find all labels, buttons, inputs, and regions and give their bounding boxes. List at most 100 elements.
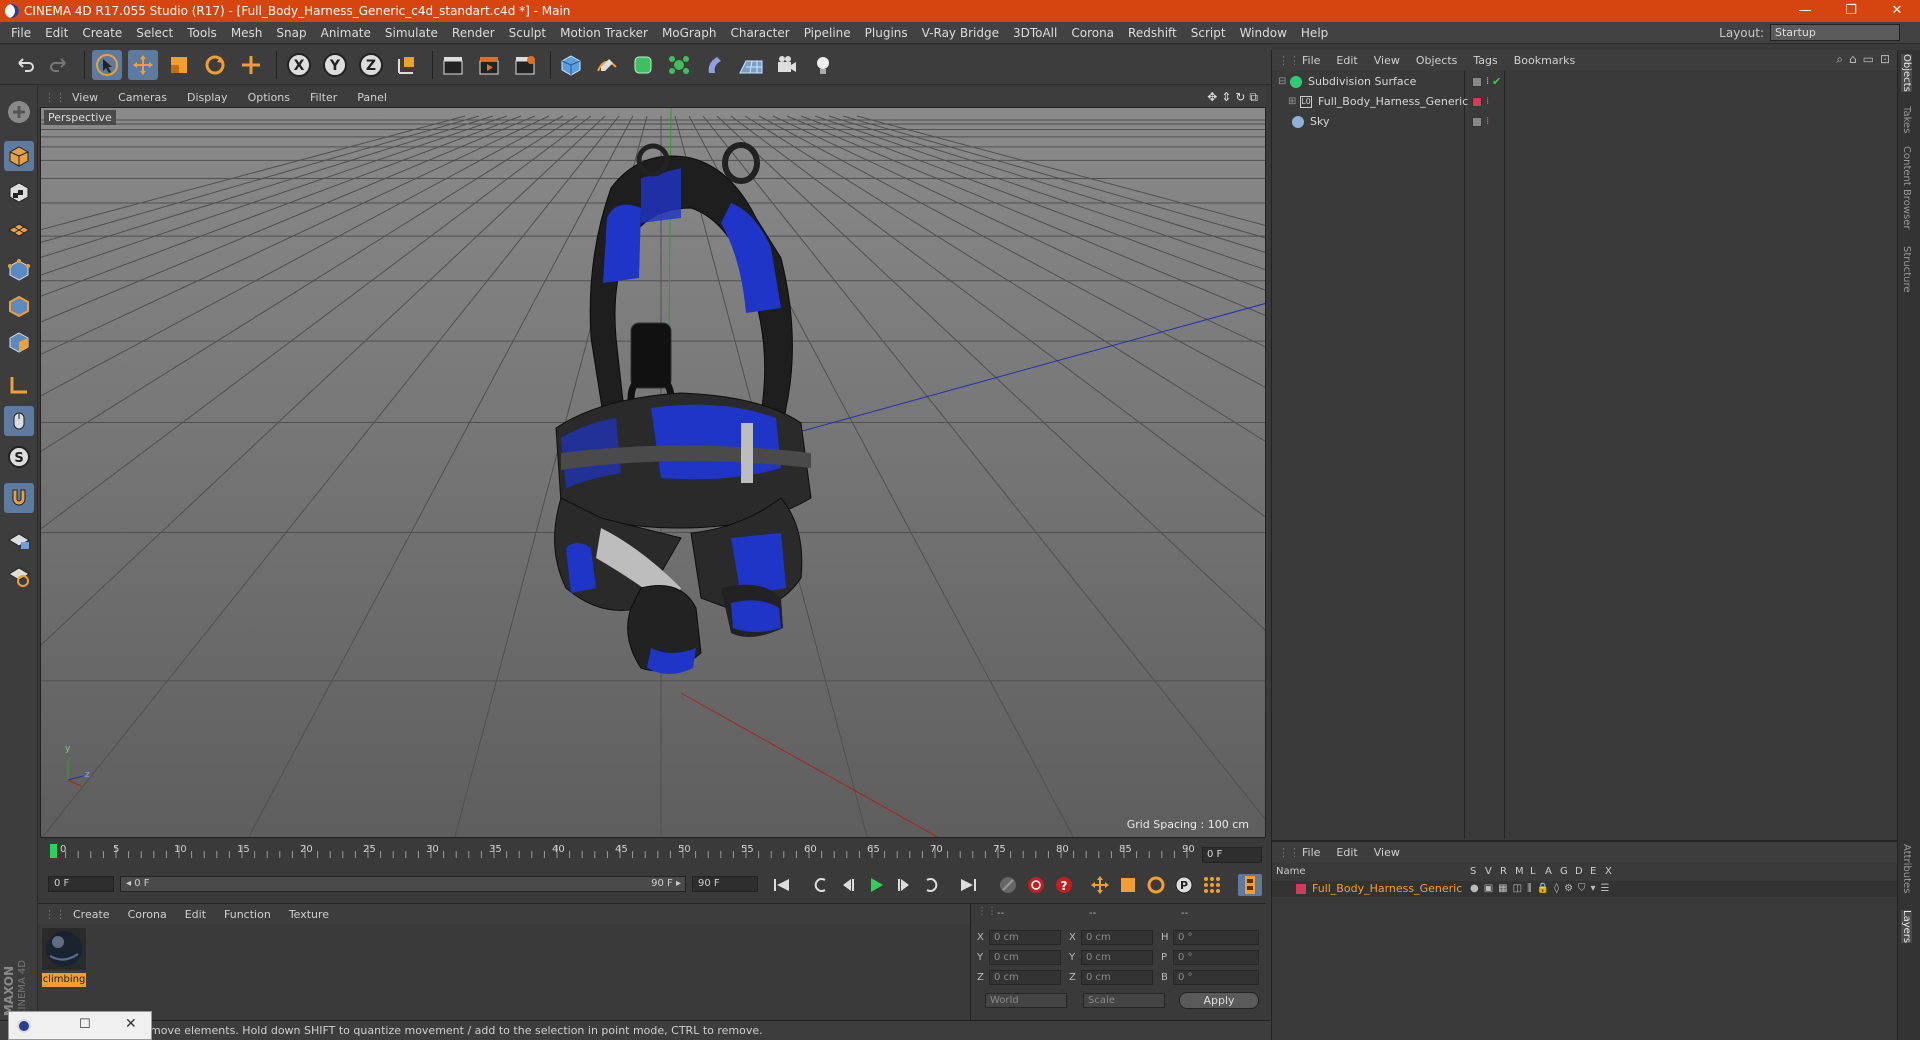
layer-swatch-empty[interactable]	[1472, 76, 1482, 87]
restore-button[interactable]: ❐	[1828, 0, 1874, 22]
object-name[interactable]: Sky	[1310, 115, 1329, 128]
tab-structure[interactable]: Structure	[1901, 246, 1912, 293]
polygons-mode-button[interactable]	[4, 327, 34, 357]
objects-menu-bookmarks[interactable]: Bookmarks	[1506, 54, 1583, 67]
object-row-full-body-harness[interactable]: ⊞ L0 Full_Body_Harness_Generic ⁞	[1272, 92, 1898, 111]
menu-vray-bridge[interactable]: V-Ray Bridge	[915, 26, 1006, 40]
add-cube-button[interactable]	[556, 50, 586, 80]
render-view-button[interactable]	[438, 50, 468, 80]
workplane-mode-button[interactable]	[4, 213, 34, 243]
apply-button[interactable]: Apply	[1179, 992, 1259, 1009]
collapse-toggle-icon[interactable]: ⊟	[1278, 76, 1290, 87]
material-menu-edit[interactable]: Edit	[176, 908, 215, 921]
size-z-field[interactable]: 0 cm	[1081, 970, 1153, 985]
edit-render-settings-button[interactable]	[510, 50, 540, 80]
search-icon[interactable]: ⌕	[1836, 52, 1843, 67]
menu-animate[interactable]: Animate	[314, 26, 378, 40]
menu-select[interactable]: Select	[129, 26, 180, 40]
expand-toggle-icon[interactable]: ⊞	[1288, 96, 1300, 107]
layer-name[interactable]: Full_Body_Harness_Generic	[1312, 882, 1462, 895]
snap-toggle-button[interactable]: S	[4, 442, 34, 472]
viewport-move-icon[interactable]: ✥	[1207, 90, 1217, 105]
key-position-button[interactable]	[1088, 874, 1112, 896]
layer-row[interactable]: Full_Body_Harness_Generic ●▣▦◫⫼🔒◊⚙⛉▾☰	[1272, 881, 1898, 897]
material-menu-texture[interactable]: Texture	[280, 908, 338, 921]
tab-attributes[interactable]: Attributes	[1901, 844, 1912, 893]
timeline-window-button[interactable]	[1238, 874, 1262, 896]
menu-plugins[interactable]: Plugins	[858, 26, 915, 40]
axis-mode-button[interactable]	[4, 370, 34, 400]
viewport-menu-options[interactable]: Options	[238, 91, 300, 104]
record-active-objects-button[interactable]	[1024, 874, 1048, 896]
timeline-ruler[interactable]: 0 5 10 15 20 25 30 35 40 45 50 55 60 65 …	[40, 842, 1266, 870]
material-menu-create[interactable]: Create	[64, 908, 119, 921]
home-icon[interactable]: ⌂	[1849, 52, 1857, 67]
layout-dropdown[interactable]: Startup	[1770, 24, 1900, 41]
menu-create[interactable]: Create	[75, 26, 129, 40]
goto-next-key-button[interactable]	[920, 874, 944, 896]
objects-menu-objects[interactable]: Objects	[1408, 54, 1466, 67]
tab-content-browser[interactable]: Content Browser	[1901, 146, 1912, 229]
playhead[interactable]	[50, 844, 57, 858]
render-to-picture-viewer-button[interactable]	[474, 50, 504, 80]
coordinate-system-button[interactable]	[392, 50, 422, 80]
layers-menu-view[interactable]: View	[1366, 846, 1408, 859]
menu-3dtoall[interactable]: 3DToAll	[1006, 26, 1064, 40]
size-y-field[interactable]: 0 cm	[1081, 950, 1153, 965]
object-row-subdivision-surface[interactable]: ⊟ Subdivision Surface ⁞ ✔	[1272, 72, 1898, 91]
workplane-lock-button[interactable]	[4, 525, 34, 555]
new-view-icon[interactable]: ▭	[1863, 52, 1874, 67]
app-icon[interactable]	[17, 1019, 31, 1033]
texture-mode-button[interactable]	[4, 177, 34, 207]
layer-color-swatch[interactable]	[1296, 884, 1306, 894]
goto-previous-key-button[interactable]	[808, 874, 832, 896]
close-button[interactable]: ✕	[1874, 0, 1920, 22]
perspective-viewport[interactable]: y z Perspective Grid Spacing : 100 cm	[40, 107, 1266, 838]
live-selection-tool[interactable]	[92, 50, 122, 80]
x-axis-lock-button[interactable]: X	[284, 50, 314, 80]
edges-mode-button[interactable]	[4, 291, 34, 321]
key-rotation-button[interactable]	[1144, 874, 1168, 896]
current-frame-field[interactable]: 0 F	[1202, 847, 1262, 863]
rot-p-field[interactable]: 0 °	[1173, 950, 1259, 965]
key-scale-button[interactable]	[1116, 874, 1140, 896]
object-name[interactable]: Subdivision Surface	[1308, 75, 1416, 88]
menu-snap[interactable]: Snap	[269, 26, 313, 40]
close-icon[interactable]: ✕	[125, 1016, 137, 1032]
record-keys-button[interactable]	[996, 874, 1020, 896]
key-pla-button[interactable]	[1200, 874, 1224, 896]
minimize-button[interactable]: —	[1782, 0, 1828, 22]
scale-tool[interactable]	[164, 50, 194, 80]
menu-character[interactable]: Character	[723, 26, 796, 40]
objects-menu-file[interactable]: File	[1294, 54, 1328, 67]
goto-start-button[interactable]	[770, 874, 794, 896]
layer-swatch-empty[interactable]	[1472, 116, 1482, 127]
layer-flag-icons[interactable]: ●▣▦◫⫼🔒◊⚙⛉▾☰	[1470, 883, 1615, 894]
menu-sculpt[interactable]: Sculpt	[502, 26, 553, 40]
magnet-tool-button[interactable]	[4, 483, 34, 513]
object-name[interactable]: Full_Body_Harness_Generic	[1318, 95, 1468, 108]
visibility-dots-icon[interactable]: ⁞	[1486, 76, 1489, 87]
add-light-button[interactable]	[808, 50, 838, 80]
menu-pipeline[interactable]: Pipeline	[797, 26, 858, 40]
y-axis-lock-button[interactable]: Y	[320, 50, 350, 80]
menu-corona[interactable]: Corona	[1064, 26, 1121, 40]
add-camera-button[interactable]	[772, 50, 802, 80]
model-mode-button[interactable]	[4, 141, 34, 171]
rotate-tool[interactable]	[200, 50, 230, 80]
layers-menu-edit[interactable]: Edit	[1328, 846, 1365, 859]
add-spline-button[interactable]	[592, 50, 622, 80]
size-x-field[interactable]: 0 cm	[1081, 930, 1153, 945]
end-frame-field[interactable]: 90 F	[692, 876, 758, 892]
tweak-mode-button[interactable]	[4, 406, 34, 436]
workplane-snap-button[interactable]	[4, 561, 34, 591]
rot-h-field[interactable]: 0 °	[1173, 930, 1259, 945]
tab-layers[interactable]: Layers	[1901, 910, 1912, 944]
size-mode-dropdown[interactable]: Scale	[1083, 993, 1165, 1008]
menu-motion-tracker[interactable]: Motion Tracker	[553, 26, 655, 40]
viewport-menu-cameras[interactable]: Cameras	[108, 91, 177, 104]
autokey-button[interactable]: ?	[1052, 874, 1076, 896]
tab-objects[interactable]: Objects	[1901, 54, 1912, 92]
menu-help[interactable]: Help	[1294, 26, 1335, 40]
viewport-menu-display[interactable]: Display	[177, 91, 238, 104]
